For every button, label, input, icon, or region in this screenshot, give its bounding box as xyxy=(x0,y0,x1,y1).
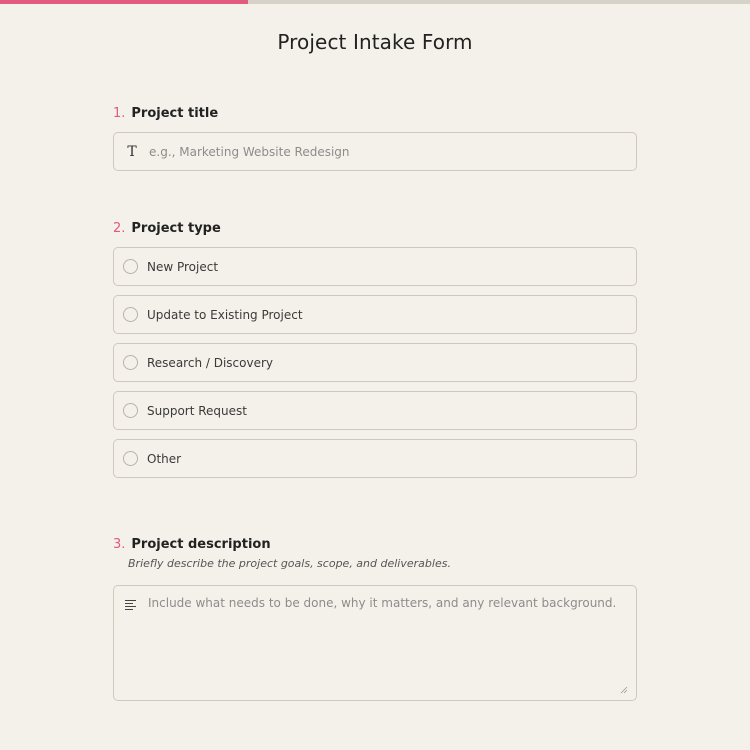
project-title-input[interactable] xyxy=(149,144,599,159)
question-number: 3. xyxy=(113,537,126,552)
option-support-request[interactable]: Support Request xyxy=(113,391,637,430)
question-label: 2. Project type xyxy=(113,221,637,236)
resize-handle-icon[interactable] xyxy=(620,686,628,694)
radio-button[interactable] xyxy=(123,259,138,274)
option-other[interactable]: Other xyxy=(113,439,637,478)
question-help-text: Briefly describe the project goals, scop… xyxy=(128,557,451,570)
radio-button[interactable] xyxy=(123,307,138,322)
question-label: 3. Project description xyxy=(113,537,637,552)
question-project-title: 1. Project title T xyxy=(113,106,637,171)
progress-bar-track xyxy=(0,0,750,4)
radio-button[interactable] xyxy=(123,403,138,418)
option-update-existing[interactable]: Update to Existing Project xyxy=(113,295,637,334)
question-number: 2. xyxy=(113,221,126,236)
paragraph-lines-icon xyxy=(125,600,136,610)
project-description-field[interactable] xyxy=(113,585,637,701)
radio-button[interactable] xyxy=(123,451,138,466)
option-new-project[interactable]: New Project xyxy=(113,247,637,286)
project-description-input[interactable] xyxy=(148,596,618,686)
question-label-text: Project type xyxy=(131,221,221,236)
option-label: Support Request xyxy=(147,403,247,418)
option-label: Other xyxy=(147,451,182,466)
question-label: 1. Project title xyxy=(113,106,637,121)
page-title: Project Intake Form xyxy=(277,30,473,54)
option-label: Research / Discovery xyxy=(147,355,273,370)
question-number: 1. xyxy=(113,106,126,121)
project-title-field[interactable]: T xyxy=(113,132,637,171)
option-label: Update to Existing Project xyxy=(147,307,303,322)
question-project-description: 3. Project description Briefly describe … xyxy=(113,537,637,701)
question-label-text: Project title xyxy=(131,106,219,121)
progress-bar-fill xyxy=(0,0,248,4)
question-label-text: Project description xyxy=(131,537,271,552)
text-type-icon: T xyxy=(127,143,137,160)
radio-button[interactable] xyxy=(123,355,138,370)
option-research-discovery[interactable]: Research / Discovery xyxy=(113,343,637,382)
question-project-type: 2. Project type New Project Update to Ex… xyxy=(113,221,637,478)
option-label: New Project xyxy=(147,259,219,274)
